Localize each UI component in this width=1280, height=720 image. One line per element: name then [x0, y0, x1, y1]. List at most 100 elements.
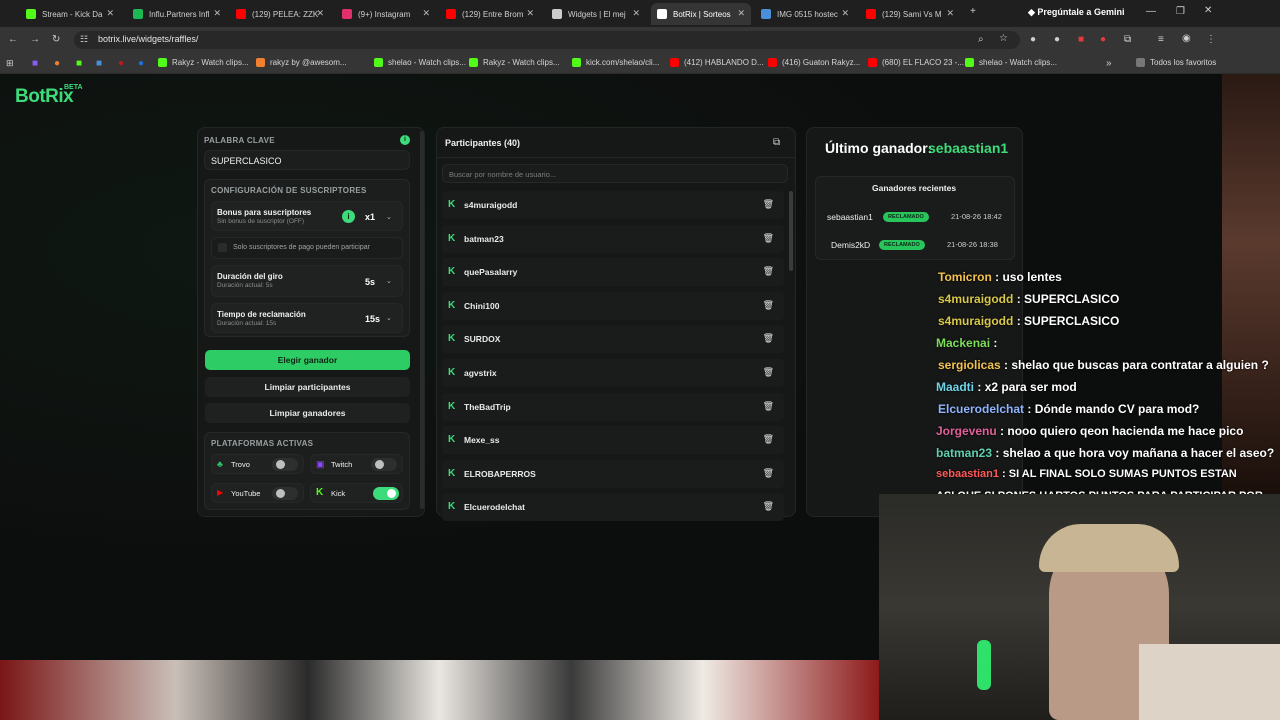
chevron-down-icon[interactable]: ⌄ [386, 213, 392, 221]
bookmark-icon-4[interactable]: ■ [96, 58, 102, 69]
bookmark-star-icon[interactable]: ☆ [999, 33, 1008, 44]
gemini-button[interactable]: ◆ Pregúntale a Gemini [1028, 7, 1124, 18]
trash-icon[interactable]: 🗑 [763, 333, 774, 344]
restore-icon[interactable]: ❐ [1176, 6, 1185, 17]
copy-icon[interactable]: ⧉ [773, 137, 780, 148]
trash-icon[interactable]: 🗑 [763, 233, 774, 244]
platform-name: Trovo [231, 460, 250, 469]
participant-name: batman23 [464, 233, 504, 244]
choose-winner-button[interactable]: Elegir ganador [205, 350, 410, 370]
tab-favicon-icon [133, 9, 143, 19]
bookmark-item[interactable]: (412) HABLANDO D... [670, 58, 764, 67]
new-tab-icon[interactable]: + [970, 6, 976, 17]
chevron-down-icon[interactable]: ⌄ [386, 277, 392, 285]
tab-1[interactable]: Influ.Partners Infl ✕ [127, 3, 227, 25]
tab-close-icon[interactable]: ✕ [422, 8, 430, 19]
youtube-toggle[interactable] [272, 487, 298, 500]
bookmark-item[interactable]: kick.com/shelao/cli... [572, 58, 659, 67]
tab-5[interactable]: Widgets | El mej ✕ [546, 3, 646, 25]
bonus-select[interactable]: x1 [365, 212, 375, 222]
menu-icon[interactable]: ⋮ [1206, 34, 1216, 45]
tab-2[interactable]: (129) PELEA: ZZK ✕ [230, 3, 330, 25]
tab-3[interactable]: (9+) Instagram ✕ [336, 3, 436, 25]
tab-close-icon[interactable]: ✕ [316, 8, 324, 19]
settings-scrollbar[interactable] [420, 131, 424, 509]
trash-icon[interactable]: 🗑 [763, 199, 774, 210]
tab-close-icon[interactable]: ✕ [213, 8, 221, 19]
tab-label: IMG 0515 hostec [777, 9, 838, 19]
bookmark-icon-1[interactable]: ■ [32, 58, 38, 69]
address-bar[interactable] [74, 31, 1020, 49]
trash-icon[interactable]: 🗑 [763, 300, 774, 311]
participants-scrollbar[interactable] [789, 191, 793, 271]
bookmark-item[interactable]: shelao - Watch clips... [965, 58, 1057, 67]
bookmark-item[interactable]: Rakyz - Watch clips... [469, 58, 560, 67]
spin-select[interactable]: 5s [365, 277, 375, 287]
tab-4[interactable]: (129) Entre Brom ✕ [440, 3, 540, 25]
trovo-icon: ♣ [217, 459, 223, 469]
window-close-icon[interactable]: ✕ [1204, 5, 1212, 16]
bonus-info-icon[interactable]: i [342, 210, 355, 223]
tab-close-icon[interactable]: ✕ [946, 8, 954, 19]
tab-close-icon[interactable]: ✕ [526, 8, 534, 19]
chat-text: : x2 para ser mod [977, 380, 1077, 394]
trash-icon[interactable]: 🗑 [763, 401, 774, 412]
profile-icon[interactable]: ◉ [1182, 33, 1191, 44]
bookmark-icon-2[interactable]: ● [54, 58, 60, 69]
extension-icon-2[interactable]: ● [1054, 34, 1060, 45]
trash-icon[interactable]: 🗑 [763, 266, 774, 277]
media-icon[interactable]: ≡ [1158, 34, 1164, 45]
more-bookmarks-icon[interactable]: » [1106, 58, 1112, 69]
bookmark-icon-3[interactable]: ■ [76, 58, 82, 69]
chat-text: : shelao que buscas para contratar a alg… [1004, 358, 1269, 372]
back-icon[interactable]: ← [8, 34, 18, 45]
site-info-icon[interactable]: ☷ [80, 34, 88, 45]
extension-icon-1[interactable]: ● [1030, 34, 1036, 45]
zoom-icon[interactable]: ⌕ [978, 34, 984, 45]
reload-icon[interactable]: ↻ [52, 34, 60, 45]
claim-select[interactable]: 15s [365, 314, 380, 324]
tab-close-icon[interactable]: ✕ [632, 8, 640, 19]
url-text[interactable]: botrix.live/widgets/raffles/ [98, 34, 198, 44]
tab-7[interactable]: IMG 0515 hostec ✕ [755, 3, 855, 25]
chevron-down-icon[interactable]: ⌄ [386, 314, 392, 322]
clear-participants-button[interactable]: Limpiar participantes [205, 377, 410, 397]
minimize-icon[interactable]: — [1146, 6, 1156, 17]
participant-name: Mexe_ss [464, 435, 500, 446]
clear-winners-button[interactable]: Limpiar ganadores [205, 403, 410, 423]
extension-icon-4[interactable]: ● [1100, 34, 1106, 45]
trash-icon[interactable]: 🗑 [763, 468, 774, 479]
bookmark-item[interactable]: Rakyz - Watch clips... [158, 58, 249, 67]
bookmark-icon-6[interactable]: ● [138, 58, 144, 69]
bookmark-item[interactable]: (680) EL FLACO 23 -... [868, 58, 964, 67]
bookmark-item[interactable]: (416) Guaton Rakyz... [768, 58, 860, 67]
forward-icon[interactable]: → [30, 34, 40, 45]
bookmark-icon-5[interactable]: ● [118, 58, 124, 69]
bookmark-favicon-icon [469, 58, 478, 67]
trovo-toggle[interactable] [272, 458, 298, 471]
tab-close-icon[interactable]: ✕ [841, 8, 849, 19]
bookmark-item[interactable]: shelao - Watch clips... [374, 58, 466, 67]
extension-icon-3[interactable]: ■ [1078, 34, 1084, 45]
info-icon[interactable]: i [400, 135, 410, 145]
bookmark-label: rakyz by @awesom... [270, 58, 347, 67]
paid-only-checkbox[interactable] [218, 243, 227, 252]
participant-row: K Elcuerodelchat 🗑 [442, 493, 784, 522]
tab-8[interactable]: (129) Sami Vs M ✕ [860, 3, 960, 25]
trash-icon[interactable]: 🗑 [763, 434, 774, 445]
apps-icon[interactable]: ⊞ [6, 58, 14, 69]
chat-message: Elcuerodelchat : Dónde mando CV para mod… [938, 402, 1199, 416]
trash-icon[interactable]: 🗑 [763, 501, 774, 512]
tab-0[interactable]: Stream - Kick Da ✕ [20, 3, 120, 25]
tab-6[interactable]: BotRix | Sorteos ✕ [651, 3, 751, 25]
trash-icon[interactable]: 🗑 [763, 367, 774, 378]
kick-icon: K [448, 501, 456, 513]
twitch-toggle[interactable] [371, 458, 397, 471]
tab-close-icon[interactable]: ✕ [106, 8, 114, 19]
kick-icon: K [316, 487, 324, 498]
kick-toggle[interactable] [373, 487, 399, 500]
tab-close-icon[interactable]: ✕ [737, 8, 745, 19]
bookmark-item[interactable]: rakyz by @awesom... [256, 58, 347, 67]
all-favorites[interactable]: Todos los favoritos [1136, 58, 1216, 67]
extensions-icon[interactable]: ⧉ [1124, 34, 1131, 45]
